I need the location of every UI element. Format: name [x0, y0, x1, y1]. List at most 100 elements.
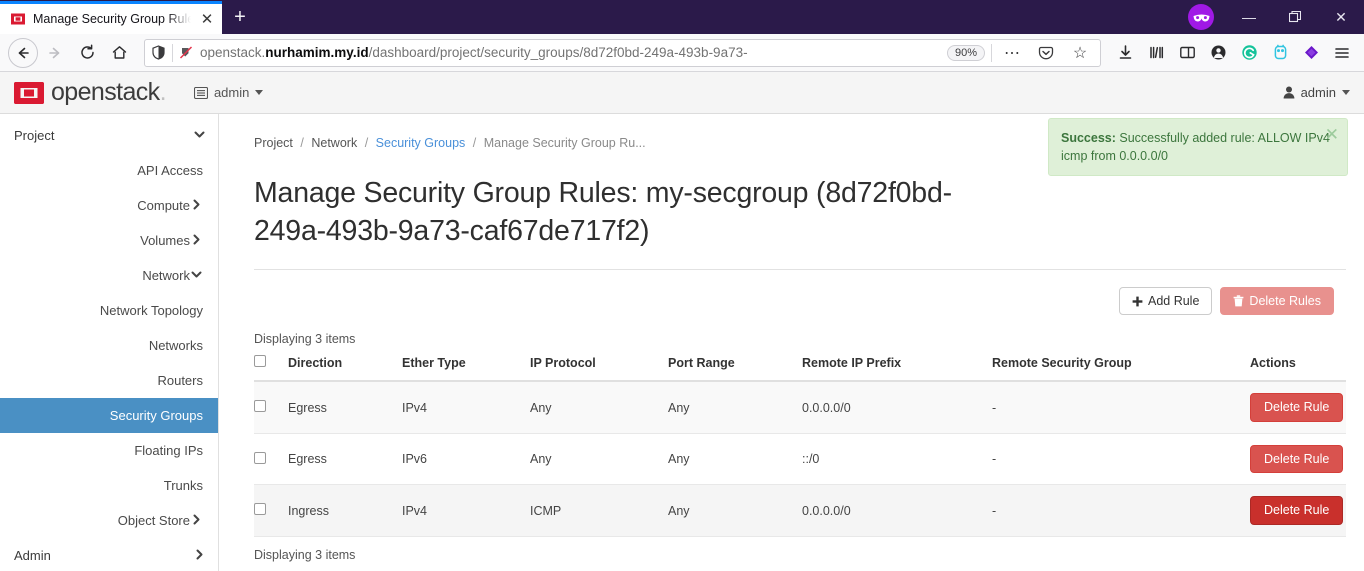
header-direction[interactable]: Direction: [288, 355, 402, 383]
header-select-all: [254, 355, 288, 383]
header-ip-protocol[interactable]: IP Protocol: [530, 355, 668, 383]
table-row[interactable]: Ingress IPv4 ICMP Any 0.0.0.0/0- Delete Rule: [254, 484, 1346, 537]
sidebar-item-api-access[interactable]: API Access: [0, 153, 218, 188]
grammarly-extension-icon[interactable]: [1235, 39, 1263, 67]
delete-rule-button[interactable]: Delete Rule: [1250, 393, 1344, 422]
breadcrumb-item-network[interactable]: Network: [311, 136, 357, 150]
openstack-logo[interactable]: openstack.: [14, 78, 167, 107]
browser-tab[interactable]: Manage Security Group Rules: my-secgroup…: [0, 1, 222, 34]
owl-extension-icon[interactable]: [1266, 39, 1294, 67]
account-icon[interactable]: [1204, 39, 1232, 67]
sidebar-item-network[interactable]: Network: [0, 258, 218, 293]
sidebar-item-networks[interactable]: Networks: [0, 328, 218, 363]
sidebar-item-compute[interactable]: Compute: [0, 188, 218, 223]
select-all-checkbox[interactable]: [254, 355, 266, 368]
shield-icon[interactable]: [151, 45, 166, 60]
cell-port-range: Any: [668, 433, 802, 486]
cell-actions: Delete Rule: [1250, 484, 1346, 537]
url-text[interactable]: openstack.nurhamim.my.id/dashboard/proje…: [200, 45, 941, 60]
row-checkbox[interactable]: [254, 503, 266, 516]
main-content: ✕ Success: Successfully added rule: ALLO…: [219, 114, 1364, 571]
sidebar-item-project[interactable]: Project: [0, 118, 218, 153]
openstack-favicon: [10, 11, 26, 27]
chevron-down-icon-user: [1342, 90, 1350, 95]
cell-direction: Ingress: [288, 484, 402, 537]
window-close-button[interactable]: ✕: [1318, 0, 1364, 34]
title-divider: [254, 268, 1346, 270]
window-controls: — ✕: [1178, 0, 1364, 34]
browser-titlebar: Manage Security Group Rules: my-secgroup…: [0, 0, 1364, 34]
header-port-range[interactable]: Port Range: [668, 355, 802, 383]
sidebar-item-volumes[interactable]: Volumes: [0, 223, 218, 258]
sidebar-item-trunks[interactable]: Trunks: [0, 468, 218, 503]
maximize-restore-button[interactable]: [1272, 0, 1318, 34]
add-rule-label: Add Rule: [1147, 293, 1200, 308]
sidebar-item-security-groups[interactable]: Security Groups: [0, 398, 218, 433]
sidebar-icon[interactable]: [1173, 39, 1201, 67]
sidebar-item-label: Volumes: [140, 233, 190, 248]
user-menu-label: admin: [1300, 85, 1336, 100]
cell-ether-type: IPv6: [402, 433, 530, 486]
bookmark-star-icon[interactable]: ☆: [1066, 40, 1094, 66]
reload-button[interactable]: [72, 38, 102, 68]
delete-rule-button[interactable]: Delete Rule: [1250, 444, 1344, 474]
delete-rule-button[interactable]: Delete Rule: [1250, 496, 1344, 525]
sidebar-item-routers[interactable]: Routers: [0, 363, 218, 398]
user-menu[interactable]: admin: [1283, 85, 1350, 100]
sidebar-item-admin[interactable]: Admin: [0, 538, 218, 571]
chevron-down-icon: [190, 268, 203, 283]
downloads-icon[interactable]: [1111, 39, 1139, 67]
sidebar-item-label: Object Store: [117, 513, 190, 528]
forward-button: [40, 38, 70, 68]
tracking-protection-off-icon[interactable]: [179, 45, 194, 60]
delete-rules-label: Delete Rules: [1249, 293, 1321, 308]
sidebar-item-label: Network Topology: [99, 303, 203, 318]
delete-rules-button[interactable]: Delete Rules: [1220, 286, 1334, 316]
back-button[interactable]: [8, 37, 38, 68]
urlbar-divider: [172, 43, 173, 62]
url-bar[interactable]: openstack.nurhamim.my.id/dashboard/proje…: [144, 38, 1101, 67]
table-header: Direction Ether Type IP Protocol Port Ra…: [254, 355, 1346, 383]
zoom-level-indicator[interactable]: 90%: [946, 44, 985, 61]
alert-close-icon[interactable]: ✕: [1325, 126, 1339, 143]
sidebar-item-label: API Access: [137, 163, 203, 178]
sidebar-item-network-topology[interactable]: Network Topology: [0, 293, 218, 328]
browser-tab-title: Manage Security Group Rules: my-secgroup: [33, 12, 191, 26]
cell-remote-ip-prefix: 0.0.0.0/0: [802, 484, 992, 537]
cell-port-range: Any: [668, 484, 802, 537]
cell-ether-type: IPv4: [402, 484, 530, 537]
cell-port-range: Any: [668, 381, 802, 434]
project-list-icon: [193, 86, 208, 99]
row-checkbox[interactable]: [254, 451, 266, 464]
minimize-button[interactable]: —: [1226, 0, 1272, 34]
diamond-extension-icon[interactable]: [1297, 39, 1325, 67]
sidebar-item-floating-ips[interactable]: Floating IPs: [0, 433, 218, 468]
header-remote-security-group[interactable]: Remote Security Group: [992, 355, 1250, 383]
page-actions-menu-icon[interactable]: ⋯: [998, 40, 1026, 66]
table-row[interactable]: Egress IPv6 Any Any::/0- Delete Rule: [254, 433, 1346, 486]
home-button[interactable]: [104, 38, 134, 68]
breadcrumb-item-security-groups[interactable]: Security Groups: [376, 136, 466, 150]
sidebar-item-object-store[interactable]: Object Store: [0, 503, 218, 538]
chevron-right-icon: [190, 233, 203, 248]
app-menu-icon[interactable]: [1328, 39, 1356, 67]
header-ether-type[interactable]: Ether Type: [402, 355, 530, 383]
pocket-icon[interactable]: [1032, 40, 1060, 66]
table-action-buttons: Add Rule Delete Rules: [237, 286, 1334, 316]
header-remote-ip-prefix[interactable]: Remote IP Prefix: [802, 355, 992, 383]
sidebar-item-label: Trunks: [163, 478, 203, 493]
private-browsing-mask-icon[interactable]: [1188, 4, 1214, 30]
breadcrumb-item-project[interactable]: Project: [254, 136, 293, 150]
add-rule-button[interactable]: Add Rule: [1118, 286, 1213, 316]
close-icon[interactable]: ✕: [198, 10, 216, 28]
new-tab-button[interactable]: +: [222, 1, 258, 34]
library-icon[interactable]: [1142, 39, 1170, 67]
sidebar-item-label: Admin: [14, 548, 51, 563]
row-checkbox[interactable]: [254, 400, 266, 413]
project-switcher[interactable]: admin: [193, 85, 264, 100]
cell-ip-protocol: Any: [530, 433, 668, 486]
trash-icon: [1233, 295, 1244, 307]
sidebar-nav: Project API Access Compute Volumes Network Ne…: [0, 114, 219, 571]
table-row[interactable]: Egress IPv4 Any Any 0.0.0.0/0- Delete Rule: [254, 381, 1346, 434]
breadcrumb-separator-3: /: [472, 136, 477, 150]
